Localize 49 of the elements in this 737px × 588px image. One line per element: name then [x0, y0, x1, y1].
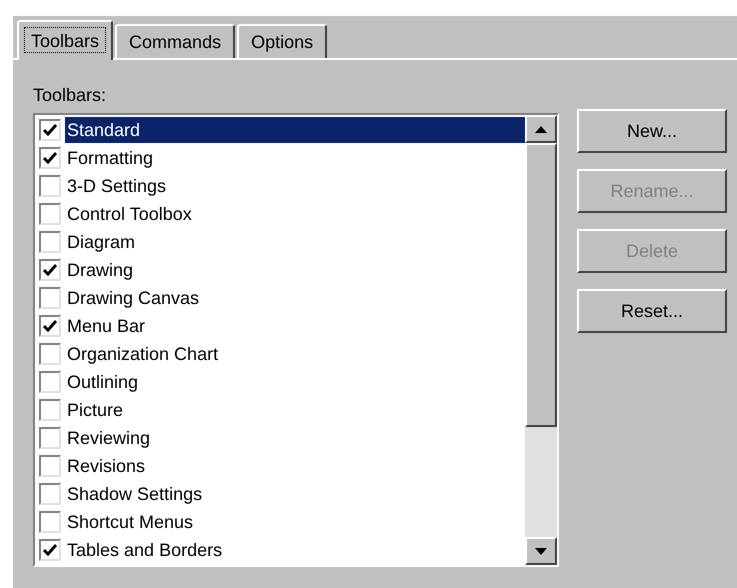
checkbox[interactable]	[39, 315, 61, 337]
checkmark-icon	[43, 124, 57, 136]
scroll-up-button[interactable]	[525, 115, 557, 143]
dialog-button[interactable]: New...	[577, 109, 727, 153]
toolbar-item[interactable]: Diagram	[65, 229, 525, 255]
checkbox[interactable]	[39, 259, 61, 281]
toolbar-item[interactable]: Formatting	[65, 145, 525, 171]
checkbox[interactable]	[39, 175, 61, 197]
checkbox[interactable]	[39, 371, 61, 393]
toolbar-item[interactable]: Shortcut Menus	[65, 509, 525, 535]
scroll-thumb[interactable]	[525, 143, 557, 427]
checkbox[interactable]	[39, 511, 61, 533]
checkbox[interactable]	[39, 455, 61, 477]
checkbox[interactable]	[39, 147, 61, 169]
tab[interactable]: Options	[237, 24, 328, 58]
tab[interactable]: Toolbars	[17, 20, 114, 60]
scroll-down-button[interactable]	[525, 537, 557, 565]
toolbar-item[interactable]: Menu Bar	[65, 313, 525, 339]
checkbox[interactable]	[39, 399, 61, 421]
toolbar-item[interactable]: Drawing	[65, 257, 525, 283]
toolbar-item[interactable]: Outlining	[65, 369, 525, 395]
down-arrow-icon	[535, 548, 547, 554]
toolbar-item[interactable]: Drawing Canvas	[65, 285, 525, 311]
toolbar-item[interactable]: Shadow Settings	[65, 481, 525, 507]
list-label: Toolbars:	[33, 84, 108, 107]
tab[interactable]: Commands	[115, 24, 236, 58]
toolbar-item[interactable]: Organization Chart	[65, 341, 525, 367]
checkmark-icon	[43, 152, 57, 164]
checkbox[interactable]	[39, 231, 61, 253]
toolbar-item[interactable]: Standard	[65, 117, 525, 143]
checkmark-icon	[43, 320, 57, 332]
checkmark-icon	[43, 544, 57, 556]
checkbox[interactable]	[39, 539, 61, 561]
checkmark-icon	[43, 264, 57, 276]
toolbar-item[interactable]: Reviewing	[65, 425, 525, 451]
scrollbar[interactable]	[525, 115, 557, 565]
toolbar-item[interactable]: Picture	[65, 397, 525, 423]
toolbar-item[interactable]: 3-D Settings	[65, 173, 525, 199]
up-arrow-icon	[535, 126, 547, 132]
checkbox[interactable]	[39, 427, 61, 449]
toolbar-item[interactable]: Tables and Borders	[65, 537, 525, 563]
toolbar-item[interactable]: Revisions	[65, 453, 525, 479]
checkbox[interactable]	[39, 287, 61, 309]
checkbox[interactable]	[39, 483, 61, 505]
dialog-button[interactable]: Reset...	[577, 289, 727, 333]
checkbox[interactable]	[39, 343, 61, 365]
toolbar-item[interactable]: Control Toolbox	[65, 201, 525, 227]
checkbox[interactable]	[39, 119, 61, 141]
checkbox[interactable]	[39, 203, 61, 225]
